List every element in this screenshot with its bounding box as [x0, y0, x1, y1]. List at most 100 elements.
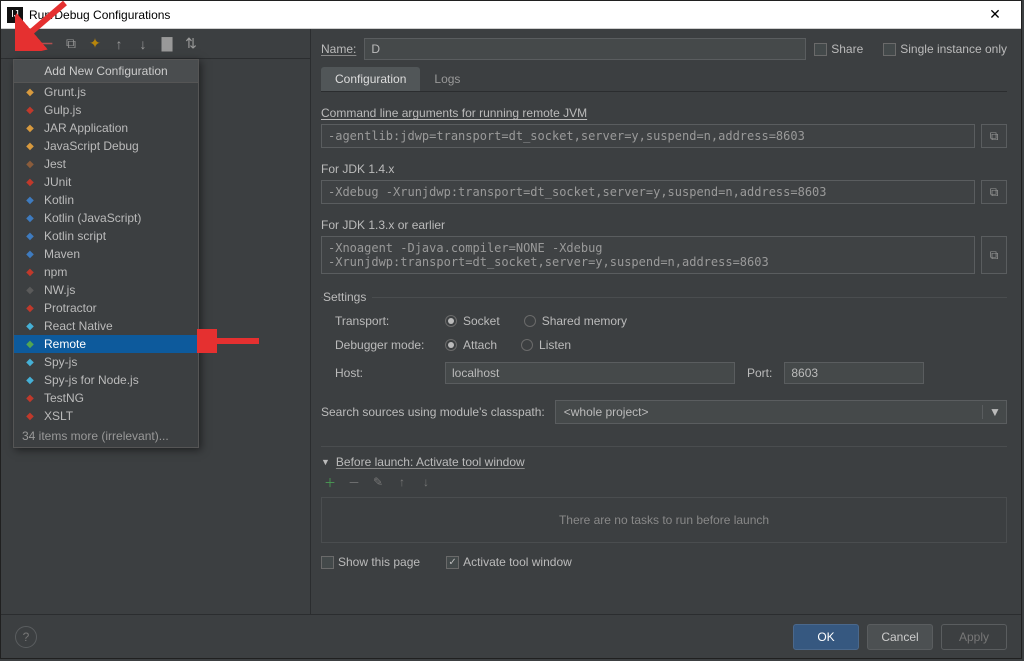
- config-type-spy-js[interactable]: ◆Spy-js: [14, 353, 198, 371]
- before-launch-header[interactable]: ▼ Before launch: Activate tool window: [321, 455, 1007, 469]
- ok-button[interactable]: OK: [793, 624, 859, 650]
- classpath-select[interactable]: <whole project> ▼: [555, 400, 1007, 424]
- config-type-icon: ◆: [22, 391, 38, 405]
- config-type-label: Protractor: [44, 301, 97, 315]
- settings-legend: Settings: [323, 290, 372, 304]
- activate-tool-checkbox[interactable]: ✓Activate tool window: [446, 555, 572, 569]
- popup-more-items[interactable]: 34 items more (irrelevant)...: [14, 425, 198, 447]
- port-label: Port:: [747, 366, 772, 380]
- config-type-testng[interactable]: ◆TestNG: [14, 389, 198, 407]
- single-instance-checkbox[interactable]: Single instance only: [883, 42, 1007, 56]
- name-input[interactable]: [364, 38, 806, 60]
- config-type-icon: ◆: [22, 409, 38, 423]
- jdk14-label: For JDK 1.4.x: [321, 162, 1007, 176]
- debugger-attach-radio[interactable]: Attach: [445, 338, 497, 352]
- config-type-icon: ◆: [22, 337, 38, 351]
- bl-up-button[interactable]: ↑: [395, 475, 409, 489]
- config-type-icon: ◆: [22, 121, 38, 135]
- host-input[interactable]: [445, 362, 735, 384]
- copy-cmd-button[interactable]: ⧉: [981, 124, 1007, 148]
- share-checkbox[interactable]: Share: [814, 42, 863, 56]
- config-type-label: JAR Application: [44, 121, 128, 135]
- up-icon[interactable]: ↑: [111, 36, 127, 52]
- config-type-icon: ◆: [22, 355, 38, 369]
- window-close-button[interactable]: ✕: [975, 4, 1015, 26]
- folder-icon[interactable]: ▇: [159, 36, 175, 52]
- port-input[interactable]: [784, 362, 924, 384]
- before-launch-empty: There are no tasks to run before launch: [321, 497, 1007, 543]
- config-type-npm[interactable]: ◆npm: [14, 263, 198, 281]
- name-label: Name:: [321, 42, 356, 56]
- config-type-label: Kotlin (JavaScript): [44, 211, 141, 225]
- config-type-label: Spy-js for Node.js: [44, 373, 139, 387]
- bl-down-button[interactable]: ↓: [419, 475, 433, 489]
- config-type-icon: ◆: [22, 139, 38, 153]
- config-type-icon: ◆: [22, 319, 38, 333]
- settings-icon[interactable]: ✦: [87, 36, 103, 52]
- config-type-label: JavaScript Debug: [44, 139, 139, 153]
- transport-shared-radio[interactable]: Shared memory: [524, 314, 627, 328]
- copy-jdk13-button[interactable]: ⧉: [981, 236, 1007, 274]
- config-type-junit[interactable]: ◆ JUnit: [14, 173, 198, 191]
- config-type-javascript-debug[interactable]: ◆ JavaScript Debug: [14, 137, 198, 155]
- bl-edit-button[interactable]: ✎: [371, 475, 385, 489]
- jdk13-field[interactable]: -Xnoagent -Djava.compiler=NONE -Xdebug -…: [321, 236, 975, 274]
- config-type-label: React Native: [44, 319, 113, 333]
- tab-configuration[interactable]: Configuration: [321, 67, 420, 91]
- config-type-label: NW.js: [44, 283, 75, 297]
- jdk14-field[interactable]: -Xdebug -Xrunjdwp:transport=dt_socket,se…: [321, 180, 975, 204]
- sort-icon[interactable]: ⇅: [183, 36, 199, 52]
- bl-add-button[interactable]: ＋: [323, 475, 337, 489]
- add-config-button[interactable]: ＋: [15, 36, 31, 52]
- config-type-jest[interactable]: ◆ Jest: [14, 155, 198, 173]
- transport-socket-radio[interactable]: Socket: [445, 314, 500, 328]
- config-type-spy-js-for-node-js[interactable]: ◆ Spy-js for Node.js: [14, 371, 198, 389]
- cancel-button[interactable]: Cancel: [867, 624, 933, 650]
- apply-button[interactable]: Apply: [941, 624, 1007, 650]
- config-type-label: Kotlin script: [44, 229, 106, 243]
- config-type-icon: ◆: [22, 175, 38, 189]
- config-type-icon: ◆: [22, 85, 38, 99]
- down-icon[interactable]: ↓: [135, 36, 151, 52]
- config-type-icon: ◆: [22, 103, 38, 117]
- config-type-maven[interactable]: ◆Maven: [14, 245, 198, 263]
- config-type-icon: ◆: [22, 229, 38, 243]
- config-type-label: XSLT: [44, 409, 73, 423]
- config-type-icon: ◆: [22, 373, 38, 387]
- help-button[interactable]: ?: [15, 626, 37, 648]
- show-this-page-checkbox[interactable]: Show this page: [321, 555, 420, 569]
- config-type-gulp-js[interactable]: ◆ Gulp.js: [14, 101, 198, 119]
- config-type-nw-js[interactable]: ◆NW.js: [14, 281, 198, 299]
- cmd-args-label: Command line arguments for running remot…: [321, 106, 1007, 120]
- config-type-label: JUnit: [44, 175, 71, 189]
- jdk13-label: For JDK 1.3.x or earlier: [321, 218, 1007, 232]
- config-type-icon: ◆: [22, 265, 38, 279]
- config-type-xslt[interactable]: ◆ XSLT: [14, 407, 198, 425]
- config-type-label: Grunt.js: [44, 85, 86, 99]
- config-type-protractor[interactable]: ◆Protractor: [14, 299, 198, 317]
- debugger-mode-label: Debugger mode:: [335, 338, 445, 352]
- config-type-label: Gulp.js: [44, 103, 81, 117]
- config-type-react-native[interactable]: ◆ React Native: [14, 317, 198, 335]
- config-type-jar-application[interactable]: ◆ JAR Application: [14, 119, 198, 137]
- cmd-args-field[interactable]: -agentlib:jdwp=transport=dt_socket,serve…: [321, 124, 975, 148]
- bl-remove-button[interactable]: －: [347, 475, 361, 489]
- config-type-kotlin-script[interactable]: ◆ Kotlin script: [14, 227, 198, 245]
- config-type-label: Jest: [44, 157, 66, 171]
- copy-config-button[interactable]: ⧉: [63, 36, 79, 52]
- copy-jdk14-button[interactable]: ⧉: [981, 180, 1007, 204]
- remove-config-button[interactable]: －: [39, 36, 55, 52]
- config-type-remote[interactable]: ◆ Remote: [14, 335, 198, 353]
- config-type-icon: ◆: [22, 211, 38, 225]
- transport-label: Transport:: [335, 314, 445, 328]
- config-type-icon: ◆: [22, 157, 38, 171]
- config-type-grunt-js[interactable]: ◆ Grunt.js: [14, 83, 198, 101]
- window-title: Run/Debug Configurations: [29, 8, 975, 22]
- debugger-listen-radio[interactable]: Listen: [521, 338, 571, 352]
- config-type-label: Kotlin: [44, 193, 74, 207]
- config-type-kotlin[interactable]: ◆Kotlin: [14, 191, 198, 209]
- config-type-label: Remote: [44, 337, 86, 351]
- config-type-kotlin-javascript-[interactable]: ◆ Kotlin (JavaScript): [14, 209, 198, 227]
- tab-logs[interactable]: Logs: [420, 67, 474, 91]
- host-label: Host:: [335, 366, 445, 380]
